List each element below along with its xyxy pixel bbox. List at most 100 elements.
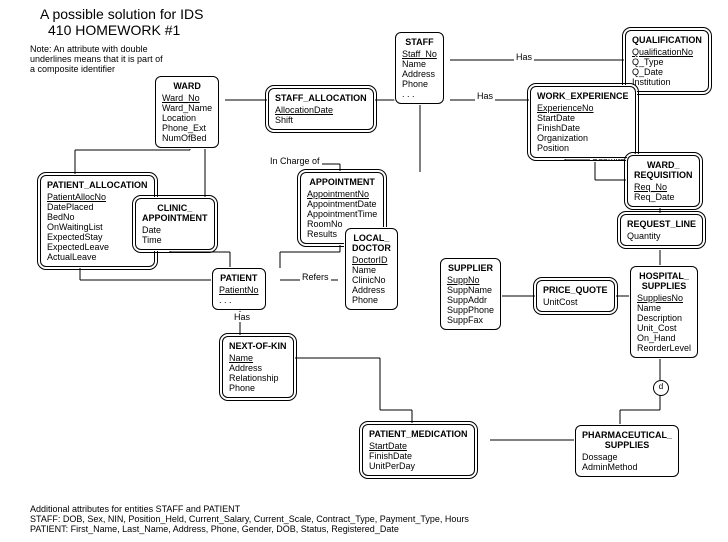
entity-work-experience: WORK_EXPERIENCEExperienceNoStartDateFini… [530, 86, 636, 158]
entity-attr: NumOfBed [162, 133, 212, 143]
entity-name: PATIENT_MEDICATION [369, 429, 468, 439]
entity-supplier: SUPPLIERSuppNoSuppNameSuppAddrSuppPhoneS… [440, 258, 501, 330]
entity-staff-allocation: STAFF_ALLOCATIONAllocationDateShift [268, 88, 374, 130]
entity-name: QUALIFICATION [632, 35, 702, 45]
entity-attr: Address [402, 69, 437, 79]
entity-attr: Date [142, 225, 208, 235]
entity-attr: ExpectedStay [47, 232, 148, 242]
entity-patient: PATIENT PatientNo. . . [212, 268, 266, 310]
entity-attr: Description [637, 313, 691, 323]
rel-refers: Refers [300, 272, 331, 282]
entity-name: LOCAL_ DOCTOR [352, 233, 391, 253]
entity-attr: SuppliesNo [637, 293, 691, 303]
entity-attr: PatientAllocNo [47, 192, 148, 202]
entity-qualification: QUALIFICATION QualificationNoQ_TypeQ_Date… [625, 30, 709, 92]
footer-line3: PATIENT: First_Name, Last_Name, Address,… [30, 524, 469, 534]
entity-attr: AppointmentNo [307, 189, 377, 199]
entity-attr: Q_Type [632, 57, 702, 67]
entity-attr: ClinicNo [352, 275, 391, 285]
entity-attr: Quantity [627, 231, 696, 241]
entity-request-line: REQUEST_LINE Quantity [620, 214, 703, 246]
entity-attr: Shift [275, 115, 367, 125]
entity-attr: UnitPerDay [369, 461, 468, 471]
entity-attr: Phone [352, 295, 391, 305]
entity-attr: SuppAddr [447, 295, 494, 305]
entity-name: PATIENT_ALLOCATION [47, 180, 148, 190]
entity-name: WARD [162, 81, 212, 91]
rel-has3: Has [232, 312, 252, 322]
entity-attr: ActualLeave [47, 252, 148, 262]
entity-attr: Ward_Name [162, 103, 212, 113]
entity-attr: Name [402, 59, 437, 69]
entity-attr: ExpectedLeave [47, 242, 148, 252]
entity-pharma-supplies: PHARMACEUTICAL_ SUPPLIESDossageAdminMeth… [575, 425, 679, 477]
entity-ward: WARD Ward_NoWard_NameLocationPhone_ExtNum… [155, 76, 219, 148]
entity-attr: Address [229, 363, 287, 373]
entity-attr: Q_Date [632, 67, 702, 77]
entity-attr: Req_Date [634, 192, 693, 202]
entity-attr: FinishDate [537, 123, 629, 133]
entity-attr: AppointmentTime [307, 209, 377, 219]
footer-notes: Additional attributes for entities STAFF… [30, 504, 469, 534]
entity-attr: QualificationNo [632, 47, 702, 57]
entity-attr: Time [142, 235, 208, 245]
entity-patient-medication: PATIENT_MEDICATION StartDateFinishDateUni… [362, 424, 475, 476]
entity-attr: Name [637, 303, 691, 313]
entity-attr: StartDate [537, 113, 629, 123]
entity-attr: Ward_No [162, 93, 212, 103]
entity-attr: SuppPhone [447, 305, 494, 315]
entity-attr: Phone_Ext [162, 123, 212, 133]
entity-name: WORK_EXPERIENCE [537, 91, 629, 101]
entity-attr: PatientNo [219, 285, 259, 295]
diagram-subtitle: 410 HOMEWORK #1 [48, 22, 180, 38]
entity-attr: . . . [219, 295, 259, 305]
entity-hospital-supplies: HOSPITAL_ SUPPLIES SuppliesNoNameDescript… [630, 266, 698, 358]
entity-name: REQUEST_LINE [627, 219, 696, 229]
entity-attr: Address [352, 285, 391, 295]
entity-attr: AdminMethod [582, 462, 672, 472]
entity-attr: StartDate [369, 441, 468, 451]
entity-name: HOSPITAL_ SUPPLIES [637, 271, 691, 291]
entity-price-quote: PRICE_QUOTEUnitCost [536, 280, 615, 312]
entity-name: STAFF [402, 37, 437, 47]
footer-line2: STAFF: DOB, Sex, NIN, Position_Held, Cur… [30, 514, 469, 524]
entity-attr: UnitCost [543, 297, 608, 307]
entity-staff: STAFF Staff_NoNameAddressPhone. . . [395, 32, 444, 104]
entity-attr: DatePlaced [47, 202, 148, 212]
rel-incharge: In Charge of [268, 156, 322, 166]
entity-attr: Phone [402, 79, 437, 89]
entity-attr: SuppName [447, 285, 494, 295]
entity-attr: Name [352, 265, 391, 275]
rel-has: Has [514, 52, 534, 62]
entity-name: CLINIC_ APPOINTMENT [142, 203, 208, 223]
entity-attr: OnWaitingList [47, 222, 148, 232]
entity-name: PATIENT [219, 273, 259, 283]
entity-clinic-appointment: CLINIC_ APPOINTMENT DateTime [135, 198, 215, 250]
entity-attr: Req_No [634, 182, 693, 192]
entity-attr: Dossage [582, 452, 672, 462]
entity-attr: Location [162, 113, 212, 123]
entity-attr: AppointmentDate [307, 199, 377, 209]
entity-name: NEXT-OF-KIN [229, 341, 287, 351]
entity-attr: . . . [402, 89, 437, 99]
disjoint-indicator: d [653, 380, 669, 396]
entity-name: APPOINTMENT [307, 177, 377, 187]
footer-line1: Additional attributes for entities STAFF… [30, 504, 469, 514]
entity-attr: ReorderLevel [637, 343, 691, 353]
entity-ward-requisition: WARD_ REQUISITIONReq_NoReq_Date [627, 155, 700, 207]
entity-attr: On_Hand [637, 333, 691, 343]
entity-next-of-kin: NEXT-OF-KINNameAddressRelationshipPhone [222, 336, 294, 398]
entity-attr: SuppFax [447, 315, 494, 325]
entity-attr: Staff_No [402, 49, 437, 59]
entity-attr: Unit_Cost [637, 323, 691, 333]
entity-name: STAFF_ALLOCATION [275, 93, 367, 103]
entity-attr: Institution [632, 77, 702, 87]
entity-attr: DoctorID [352, 255, 391, 265]
rel-has2: Has [475, 91, 495, 101]
entity-attr: Name [229, 353, 287, 363]
entity-attr: Relationship [229, 373, 287, 383]
entity-attr: Position [537, 143, 629, 153]
entity-local-doctor: LOCAL_ DOCTOR DoctorIDNameClinicNoAddress… [345, 228, 398, 310]
entity-attr: FinishDate [369, 451, 468, 461]
entity-name: SUPPLIER [447, 263, 494, 273]
